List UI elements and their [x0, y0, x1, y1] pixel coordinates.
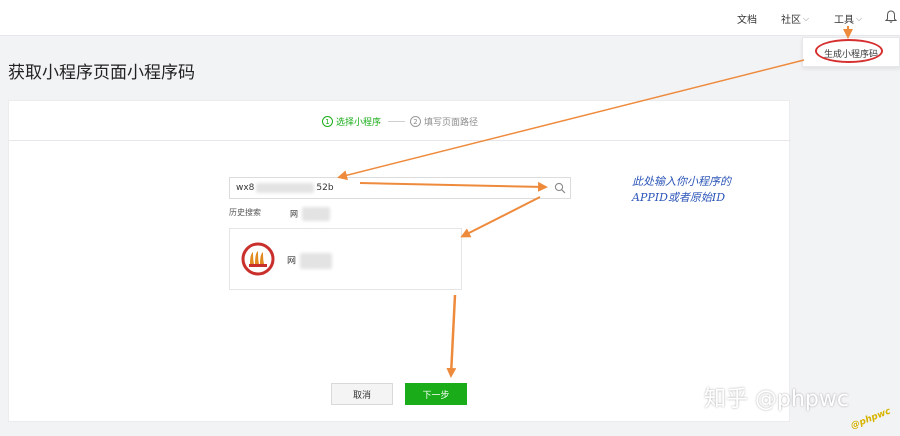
history-item[interactable]: 网 [290, 207, 330, 221]
highlight-ellipse [815, 39, 883, 63]
nav-docs-label: 文档 [737, 15, 757, 26]
history-label: 历史搜索 [229, 208, 261, 217]
step-select-miniprogram: 1 选择小程序 [322, 115, 381, 128]
step-number-circle: 2 [410, 116, 421, 127]
next-step-button[interactable]: 下一步 [405, 383, 467, 405]
annotation-note: 此处输入你小程序的 APPID或者原始ID [632, 174, 731, 206]
step-label: 填写页面路径 [424, 118, 479, 128]
corner-watermark: @phpwc [849, 406, 893, 432]
nav-tools-label: 工具 [834, 15, 854, 26]
appid-search-input[interactable]: wx8 52b [230, 178, 550, 198]
redacted-text [299, 253, 332, 269]
miniprogram-logo-icon [241, 242, 275, 276]
nav-tools-menu[interactable]: 工具 ⌵ [834, 11, 863, 27]
step-number-circle: 1 [322, 116, 333, 127]
step-fill-page-path: 2 填写页面路径 [410, 115, 478, 128]
main-panel: 1 选择小程序 2 填写页面路径 wx8 52b 历史搜索 网 网 取消 下一步 [8, 100, 791, 422]
bell-icon[interactable] [885, 10, 897, 24]
nav-community-label: 社区 [781, 15, 801, 26]
chevron-down-icon: ⌵ [856, 13, 863, 23]
annotation-line-1: 此处输入你小程序的 [632, 175, 731, 188]
result-name-label: 网 [287, 256, 297, 267]
history-item-label: 网 [290, 209, 298, 219]
steps-bar: 1 选择小程序 2 填写页面路径 [9, 101, 791, 141]
cancel-button[interactable]: 取消 [331, 383, 393, 405]
search-value-prefix: wx8 [236, 183, 255, 193]
nav-community-menu[interactable]: 社区 ⌵ [781, 11, 810, 27]
step-label: 选择小程序 [336, 118, 382, 128]
search-box: wx8 52b [229, 177, 571, 199]
search-value-suffix: 52b [316, 183, 334, 193]
result-name: 网 [287, 253, 332, 269]
chevron-down-icon: ⌵ [803, 13, 810, 23]
search-result-card[interactable]: 网 [229, 228, 462, 290]
annotation-line-2: APPID或者原始ID [632, 191, 726, 204]
search-icon[interactable] [554, 182, 566, 194]
step-divider [388, 121, 405, 122]
zhihu-watermark: 知乎 @phpwc [704, 387, 849, 412]
page-title: 获取小程序页面小程序码 [8, 63, 195, 83]
top-nav: 文档 社区 ⌵ 工具 ⌵ [0, 0, 900, 36]
redacted-text [301, 207, 330, 221]
redacted-text [256, 183, 315, 193]
nav-docs-link[interactable]: 文档 [737, 11, 757, 26]
